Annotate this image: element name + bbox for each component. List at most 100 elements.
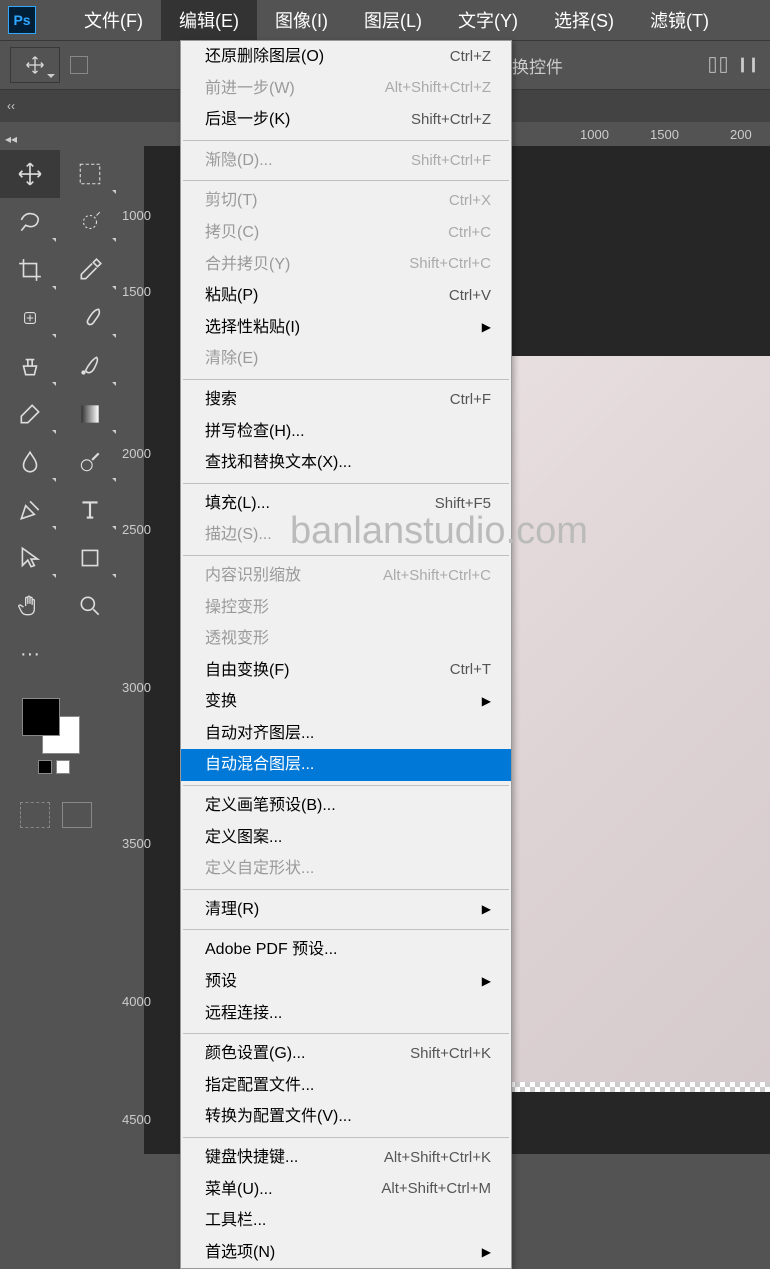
move-icon <box>25 55 45 75</box>
quick-select-tool[interactable] <box>60 198 120 246</box>
menubar-item-3[interactable]: 图层(L) <box>346 0 440 41</box>
menubar-item-5[interactable]: 选择(S) <box>536 0 632 41</box>
menubar-item-6[interactable]: 滤镜(T) <box>632 0 727 41</box>
menu-item-label: 首选项(N) <box>205 1240 275 1266</box>
auto-select-checkbox[interactable] <box>70 56 88 74</box>
menu-item-40[interactable]: 转换为配置文件(V)... <box>181 1101 511 1133</box>
menu-item-23[interactable]: 自由变换(F)Ctrl+T <box>181 655 511 687</box>
menu-item-label: 转换为配置文件(V)... <box>205 1104 352 1130</box>
foreground-color[interactable] <box>22 698 60 736</box>
menu-separator <box>183 785 509 786</box>
menu-item-label: 后退一步(K) <box>205 107 290 133</box>
menu-item-label: 粘贴(P) <box>205 283 258 309</box>
type-tool[interactable] <box>60 486 120 534</box>
gradient-tool[interactable] <box>60 390 120 438</box>
menu-separator <box>183 555 509 556</box>
menubar-item-2[interactable]: 图像(I) <box>257 0 346 41</box>
menu-item-36[interactable]: 远程连接... <box>181 998 511 1030</box>
menu-shortcut: Shift+Ctrl+F <box>411 149 491 173</box>
menu-shortcut: Ctrl+V <box>449 284 491 308</box>
menu-item-13[interactable]: 搜索Ctrl+F <box>181 384 511 416</box>
align-icon[interactable] <box>706 53 730 77</box>
menu-item-label: 工具栏... <box>205 1208 266 1234</box>
submenu-arrow-icon: ▶ <box>482 972 491 991</box>
menu-item-7: 拷贝(C)Ctrl+C <box>181 217 511 249</box>
menu-item-26[interactable]: 自动混合图层... <box>181 749 511 781</box>
menubar-item-4[interactable]: 文字(Y) <box>440 0 536 41</box>
menu-item-29[interactable]: 定义图案... <box>181 822 511 854</box>
menu-item-44[interactable]: 工具栏... <box>181 1205 511 1237</box>
menu-shortcut: Ctrl+X <box>449 189 491 213</box>
swap-colors-icon[interactable] <box>22 760 120 774</box>
lasso-tool[interactable] <box>0 198 60 246</box>
tool-preset-picker[interactable] <box>10 47 60 83</box>
menu-item-label: 选择性粘贴(I) <box>205 315 300 341</box>
move-tool[interactable] <box>0 150 60 198</box>
screen-mode-icon[interactable] <box>62 802 92 828</box>
menu-item-label: 搜索 <box>205 387 237 413</box>
dodge-tool[interactable] <box>60 438 120 486</box>
menu-item-22: 透视变形 <box>181 623 511 655</box>
clone-tool[interactable] <box>0 342 60 390</box>
menu-item-15[interactable]: 查找和替换文本(X)... <box>181 447 511 479</box>
menu-item-39[interactable]: 指定配置文件... <box>181 1070 511 1102</box>
menu-shortcut: Ctrl+C <box>448 221 491 245</box>
menu-separator <box>183 1137 509 1138</box>
collapse-icon[interactable]: ‹‹ <box>0 99 22 113</box>
menubar-item-0[interactable]: 文件(F) <box>66 0 161 41</box>
menu-item-label: 指定配置文件... <box>205 1073 314 1099</box>
menu-item-4: 渐隐(D)... Shift+Ctrl+F <box>181 145 511 177</box>
menu-item-1: 前进一步(W)Alt+Shift+Ctrl+Z <box>181 73 511 105</box>
healing-tool[interactable] <box>0 294 60 342</box>
menu-item-label: 清理(R) <box>205 897 259 923</box>
menu-separator <box>183 379 509 380</box>
menu-item-label: 渐隐(D)... <box>205 148 273 174</box>
menu-item-label: 预设 <box>205 969 237 995</box>
path-select-tool[interactable] <box>0 534 60 582</box>
history-brush-tool[interactable] <box>60 342 120 390</box>
menu-item-2[interactable]: 后退一步(K) Shift+Ctrl+Z <box>181 104 511 136</box>
crop-tool[interactable] <box>0 246 60 294</box>
image-canvas[interactable] <box>500 356 770 1084</box>
transparency-area <box>500 1082 770 1092</box>
menu-item-0[interactable]: 还原删除图层(O)Ctrl+Z <box>181 41 511 73</box>
menu-item-label: 定义自定形状... <box>205 856 314 882</box>
menu-item-label: 菜单(U)... <box>205 1177 273 1203</box>
marquee-tool[interactable] <box>60 150 120 198</box>
distribute-icon[interactable] <box>736 53 760 77</box>
eraser-tool[interactable] <box>0 390 60 438</box>
menu-item-34[interactable]: Adobe PDF 预设... <box>181 934 511 966</box>
menu-shortcut: Shift+Ctrl+K <box>410 1042 491 1066</box>
menu-item-45[interactable]: 首选项(N)▶ <box>181 1237 511 1269</box>
menu-item-43[interactable]: 菜单(U)...Alt+Shift+Ctrl+M <box>181 1174 511 1206</box>
menu-item-38[interactable]: 颜色设置(G)...Shift+Ctrl+K <box>181 1038 511 1070</box>
menu-item-25[interactable]: 自动对齐图层... <box>181 718 511 750</box>
menu-item-6: 剪切(T) Ctrl+X <box>181 185 511 217</box>
menu-item-35[interactable]: 预设 ▶ <box>181 966 511 998</box>
menu-item-14[interactable]: 拼写检查(H)... <box>181 416 511 448</box>
menu-item-label: Adobe PDF 预设... <box>205 937 338 963</box>
menu-item-label: 内容识别缩放 <box>205 563 301 589</box>
menu-item-label: 定义图案... <box>205 825 282 851</box>
submenu-arrow-icon: ▶ <box>482 900 491 919</box>
shape-tool[interactable] <box>60 534 120 582</box>
edit-toolbar[interactable]: ··· <box>0 630 60 678</box>
menu-item-42[interactable]: 键盘快捷键...Alt+Shift+Ctrl+K <box>181 1142 511 1174</box>
zoom-tool[interactable] <box>60 582 120 630</box>
blur-tool[interactable] <box>0 438 60 486</box>
menu-item-32[interactable]: 清理(R) ▶ <box>181 894 511 926</box>
menu-item-24[interactable]: 变换▶ <box>181 686 511 718</box>
menu-shortcut: Shift+Ctrl+Z <box>411 108 491 132</box>
pen-tool[interactable] <box>0 486 60 534</box>
menu-item-label: 清除(E) <box>205 346 258 372</box>
menu-item-9[interactable]: 粘贴(P) Ctrl+V <box>181 280 511 312</box>
toolbox-collapse-icon[interactable]: ◂◂ <box>0 132 22 146</box>
brush-tool[interactable] <box>60 294 120 342</box>
quick-mask-icon[interactable] <box>20 802 50 828</box>
hand-tool[interactable] <box>0 582 60 630</box>
menu-item-label: 剪切(T) <box>205 188 257 214</box>
menu-item-28[interactable]: 定义画笔预设(B)... <box>181 790 511 822</box>
menu-item-10[interactable]: 选择性粘贴(I)▶ <box>181 312 511 344</box>
eyedropper-tool[interactable] <box>60 246 120 294</box>
menubar-item-1[interactable]: 编辑(E) <box>161 0 257 41</box>
